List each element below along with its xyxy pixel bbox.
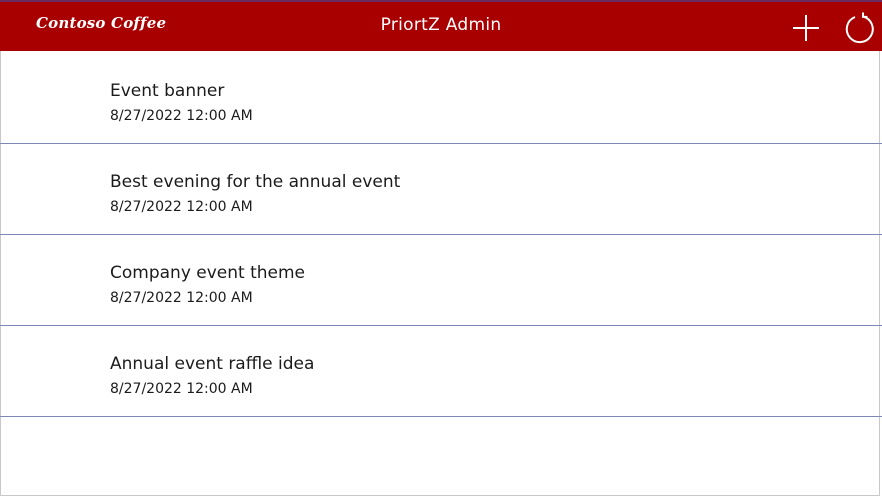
list-item[interactable]: Event banner 8/27/2022 12:00 AM: [0, 53, 882, 144]
app-header: Contoso Coffee PriortZ Admin: [0, 0, 882, 51]
item-date: 8/27/2022 12:00 AM: [110, 199, 253, 215]
list-item[interactable]: Annual event raffle idea 8/27/2022 12:00…: [0, 326, 882, 417]
plus-icon: [793, 15, 819, 41]
item-title: Best evening for the annual event: [110, 172, 401, 192]
page-title: PriortZ Admin: [380, 15, 502, 35]
refresh-button[interactable]: [844, 12, 876, 44]
event-list: Event banner 8/27/2022 12:00 AM Best eve…: [0, 53, 882, 417]
item-title: Event banner: [110, 81, 225, 101]
item-date: 8/27/2022 12:00 AM: [110, 381, 253, 397]
list-item[interactable]: Best evening for the annual event 8/27/2…: [0, 144, 882, 235]
list-item[interactable]: Company event theme 8/27/2022 12:00 AM: [0, 235, 882, 326]
item-date: 8/27/2022 12:00 AM: [110, 108, 253, 124]
item-title: Annual event raffle idea: [110, 354, 315, 374]
refresh-icon: [845, 12, 874, 44]
item-date: 8/27/2022 12:00 AM: [110, 290, 253, 306]
item-title: Company event theme: [110, 263, 306, 283]
add-button[interactable]: [790, 12, 822, 44]
